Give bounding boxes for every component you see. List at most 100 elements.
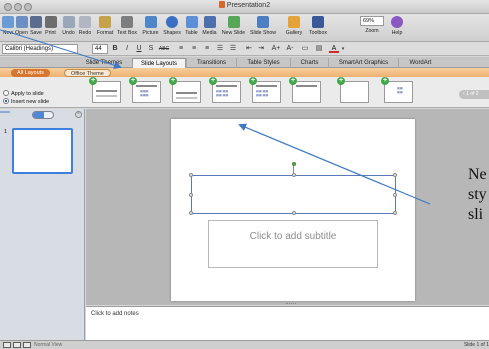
font-color-button[interactable]: A (329, 44, 339, 53)
notes-pane[interactable]: Click to add notes (86, 306, 489, 340)
undo-button[interactable]: Undo (61, 16, 76, 36)
text-box-button[interactable]: Text Box (115, 16, 139, 36)
decrease-indent-icon[interactable]: ⇤ (244, 44, 254, 54)
italic-button[interactable]: I (122, 44, 132, 54)
title-placeholder[interactable] (189, 162, 397, 215)
help-button[interactable]: Help (390, 16, 404, 36)
tab-charts[interactable]: Charts (290, 58, 328, 68)
increase-indent-icon[interactable]: ⇥ (256, 44, 266, 54)
layout-comparison[interactable]: + ▦▦ ▦▦ ▦▦ ▦▦ (249, 77, 281, 103)
save-button[interactable]: Save (30, 16, 42, 36)
slides-outline-toggle[interactable] (32, 111, 54, 119)
all-layouts-button[interactable]: All Layouts (11, 69, 50, 77)
add-plus-icon: + (249, 77, 257, 85)
resize-handle[interactable] (189, 193, 193, 197)
align-right-icon[interactable]: ≡ (202, 44, 212, 54)
splitter-grip[interactable] (286, 303, 296, 305)
resize-handle[interactable] (189, 211, 193, 215)
tab-table-styles[interactable]: Table Styles (236, 58, 290, 68)
rotate-connector (293, 166, 294, 173)
resize-handle[interactable] (393, 173, 397, 177)
subtitle-placeholder[interactable]: Click to add subtitle (208, 220, 378, 268)
insert-new-slide-option[interactable]: Insert new slide (3, 98, 49, 105)
align-center-icon[interactable]: ≡ (189, 44, 199, 54)
undo-arrow-icon (62, 16, 75, 28)
resize-handle[interactable] (393, 211, 397, 215)
font-family-select[interactable]: Calibri (Headings) (2, 44, 78, 54)
layout-title-bar (296, 85, 317, 87)
slides-pane: × 1 (0, 109, 85, 340)
tab-slide-layouts[interactable]: Slide Layouts (132, 58, 186, 68)
media-button[interactable]: Media (201, 16, 218, 36)
chevron-down-icon[interactable]: ▾ (340, 44, 346, 54)
highlight-icon[interactable]: ▭ (300, 44, 310, 54)
office-theme-button[interactable]: Office Theme (64, 69, 111, 77)
layout-section-header[interactable]: + (169, 77, 201, 103)
layout-title-only[interactable]: + (289, 77, 321, 103)
redo-button[interactable]: Redo (78, 16, 92, 36)
tab-wordart[interactable]: WordArt (398, 58, 442, 68)
table-grid-icon (185, 16, 198, 28)
numbering-icon[interactable]: ☰ (228, 44, 238, 54)
resize-handle[interactable] (292, 173, 296, 177)
align-left-icon[interactable]: ≡ (176, 44, 186, 54)
outline-view-icon[interactable] (44, 112, 55, 118)
layout-title-bar (216, 85, 237, 87)
print-button[interactable]: Print (44, 16, 57, 36)
bullets-icon[interactable]: ☰ (215, 44, 225, 54)
zoom-value[interactable]: 69% (360, 16, 384, 26)
open-button[interactable]: Open (15, 16, 28, 36)
table-button[interactable]: Table (183, 16, 200, 36)
resize-handle[interactable] (292, 211, 296, 215)
shrink-font-button[interactable]: A- (284, 44, 296, 54)
slide-show-button[interactable]: Slide Show (249, 16, 277, 36)
shapes-button[interactable]: Shapes (162, 16, 182, 36)
slide-show-view-icon[interactable] (23, 342, 31, 348)
tab-smartart-graphics[interactable]: SmartArt Graphics (328, 58, 398, 68)
layout-blank[interactable]: + (337, 77, 369, 103)
slide-thumbnail[interactable] (12, 128, 73, 174)
gallery-button[interactable]: Gallery (283, 16, 305, 36)
shapes-button-label: Shapes (163, 30, 181, 36)
format-brush-icon (99, 16, 111, 28)
zoom-control[interactable]: 69% Zoom (358, 16, 386, 34)
new-button[interactable]: New (2, 16, 14, 36)
normal-view-icon[interactable] (3, 342, 11, 348)
insert-new-slide-radio[interactable] (3, 98, 9, 104)
layout-title-bar (176, 92, 197, 94)
layout-subtitle-bar (176, 97, 197, 99)
toolbox-button[interactable]: Toolbox (306, 16, 330, 36)
apply-to-slide-radio[interactable] (3, 90, 9, 96)
presentation-document-icon (218, 1, 225, 8)
tab-transitions[interactable]: Transitions (186, 58, 236, 68)
content-grid-icon: ▦▦ ▦▦ ▦▦ ▦▦ (256, 89, 269, 97)
apply-to-slide-option[interactable]: Apply to slide (3, 90, 44, 97)
slide-canvas[interactable]: Click to add subtitle (171, 119, 415, 301)
layout-content-with-caption[interactable]: + ▦▦ ▦▦ (381, 77, 413, 103)
resize-handle[interactable] (189, 173, 193, 177)
font-size-field[interactable]: 44 (92, 44, 108, 54)
bold-button[interactable]: B (110, 44, 120, 54)
layout-pager[interactable]: ‹ 1 of 2 (459, 90, 489, 99)
grow-font-button[interactable]: A+ (270, 44, 282, 54)
format-button-label: Format (96, 30, 114, 36)
tab-slide-themes[interactable]: Slide Themes (76, 58, 132, 68)
underline-button[interactable]: U (134, 44, 144, 54)
open-button-label: Open (15, 30, 28, 36)
strikethrough-button[interactable]: ABC (157, 44, 171, 54)
new-slide-button[interactable]: New Slide (220, 16, 247, 36)
content-grid-icon: ▦▦ ▦▦ ▦▦ ▦▦ (216, 89, 229, 97)
layout-two-content[interactable]: + ▦▦ ▦▦ ▦▦ ▦▦ (209, 77, 241, 103)
format-button[interactable]: Format (96, 16, 114, 36)
resize-handle[interactable] (393, 193, 397, 197)
slide-sorter-icon[interactable] (13, 342, 21, 348)
layout-title-slide[interactable]: + (89, 77, 121, 103)
layout-title-and-content[interactable]: + ▦▦▦ ▦▦▦ (129, 77, 161, 103)
slides-view-icon[interactable] (33, 112, 44, 118)
close-pane-icon[interactable]: × (75, 111, 82, 118)
shadow-button[interactable]: S (146, 44, 156, 54)
picture-button[interactable]: Picture (140, 16, 161, 36)
fill-color-icon[interactable]: ▤ (314, 44, 324, 54)
add-plus-icon: + (129, 77, 137, 85)
slide-number: 1 (4, 129, 8, 135)
